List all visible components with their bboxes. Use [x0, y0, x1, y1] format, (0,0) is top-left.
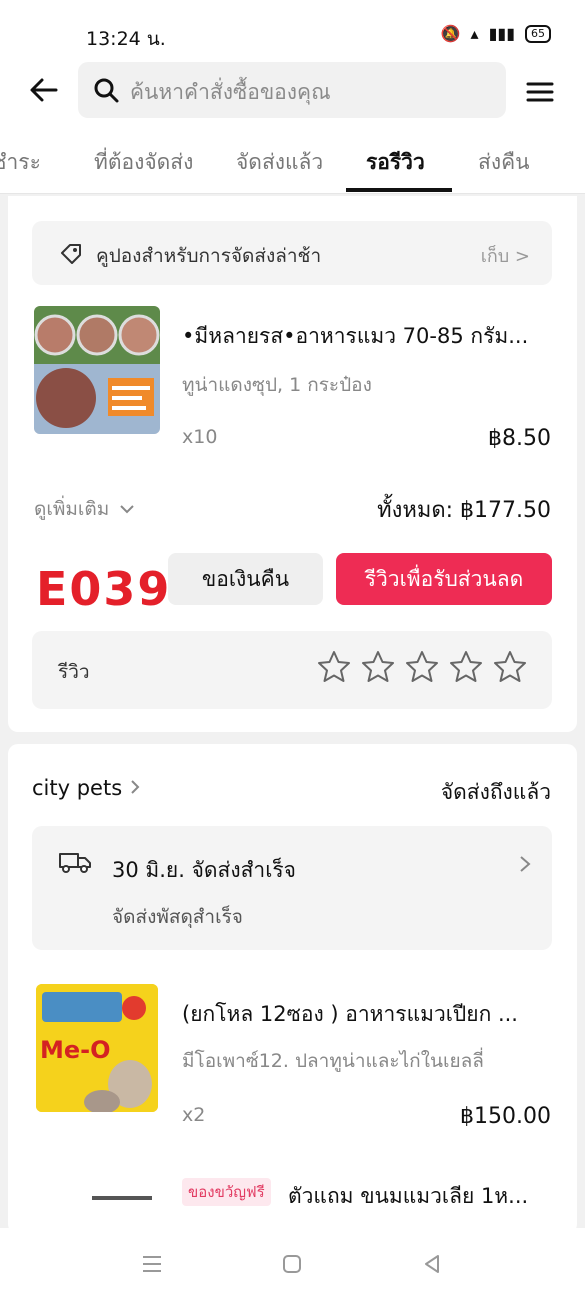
shop-name: city pets [32, 776, 123, 800]
order-tabs: งชำระ ที่ต้องจัดส่ง จัดส่งแล้ว รอรีวิว ส… [0, 122, 585, 194]
review-button[interactable]: รีวิวเพื่อรับส่วนลด [336, 553, 552, 605]
top-bar: ค้นหาคำสั่งซื้อของคุณ [0, 62, 585, 122]
watermark-label: E039 [36, 562, 172, 616]
star-icon[interactable] [448, 649, 484, 685]
coupon-banner[interactable]: คูปองสำหรับการจัดส่งล่าช้า เก็บ > [32, 221, 552, 285]
battery-icon: 65 [525, 24, 551, 43]
silent-icon: 🔕 [440, 24, 461, 43]
me-o-pouch-image: Me-O [36, 984, 158, 1112]
gift-image [92, 1196, 152, 1200]
product-variant: ทูน่าแดงซุป, 1 กระป๋อง [182, 374, 372, 396]
tab-to-review[interactable]: รอรีวิว [366, 146, 425, 179]
recent-apps-icon[interactable] [140, 1252, 164, 1276]
coupon-icon [61, 244, 81, 264]
chevron-down-icon [120, 505, 135, 514]
wifi-icon: ▴ [470, 24, 479, 43]
coupon-collect-link[interactable]: เก็บ > [481, 241, 530, 270]
tab-shipped[interactable]: จัดส่งแล้ว [236, 146, 323, 179]
order-status: จัดส่งถึงแล้ว [440, 780, 551, 804]
cat-food-cans-image [34, 306, 160, 434]
star-rating[interactable] [316, 649, 528, 685]
home-icon[interactable] [280, 1252, 304, 1276]
rating-row: รีวิว [32, 631, 552, 709]
star-icon[interactable] [404, 649, 440, 685]
active-tab-indicator [346, 188, 452, 192]
clock: 13:24 น. [86, 28, 166, 50]
coupon-label: คูปองสำหรับการจัดส่งล่าช้า [96, 245, 322, 267]
delivery-subtitle: จัดส่งพัสดุสำเร็จ [112, 906, 243, 928]
back-arrow-icon[interactable] [26, 72, 62, 108]
product-quantity: x10 [182, 426, 218, 448]
product-image[interactable] [34, 306, 160, 434]
gift-product-title[interactable]: ตัวแถม ขนมแมวเลีย 1ห... [288, 1180, 554, 1213]
delivery-status-box[interactable]: 30 มิ.ย. จัดส่งสำเร็จ จัดส่งพัสดุสำเร็จ [32, 826, 552, 950]
tab-to-ship[interactable]: ที่ต้องจัดส่ง [94, 146, 193, 179]
chevron-right-icon [131, 780, 140, 794]
product-variant: มีโอเพาซ์12. ปลาทูน่าและไก่ในเยลลี่ [182, 1050, 484, 1072]
svg-text:Me-O: Me-O [40, 1036, 111, 1064]
tab-to-pay[interactable]: งชำระ [0, 146, 41, 179]
back-icon[interactable] [420, 1252, 444, 1276]
see-more-label: ดูเพิ่มเติม [34, 498, 110, 520]
gift-badge: ของขวัญฟรี [182, 1178, 271, 1206]
shop-name-link[interactable]: city pets [32, 776, 141, 800]
product-price: ฿150.00 [460, 1104, 551, 1129]
search-input[interactable]: ค้นหาคำสั่งซื้อของคุณ [78, 62, 506, 118]
order-total: ทั้งหมด: ฿177.50 [377, 498, 551, 523]
rating-label: รีวิว [58, 661, 90, 683]
status-icons: 🔕 ▴ ▮▮▮ 65 [441, 24, 551, 43]
truck-icon [59, 853, 91, 873]
product-quantity: x2 [182, 1104, 206, 1126]
search-icon [94, 78, 119, 103]
product-title[interactable]: •มีหลายรส•อาหารแมว 70-85 กรัม... [182, 320, 554, 353]
chevron-right-icon [520, 856, 531, 872]
signal-icon: ▮▮▮ [488, 24, 515, 43]
delivery-title: 30 มิ.ย. จัดส่งสำเร็จ [112, 858, 296, 882]
tab-returns[interactable]: ส่งคืน [478, 146, 529, 179]
refund-button[interactable]: ขอเงินคืน [168, 553, 323, 605]
status-bar: 13:24 น. 🔕 ▴ ▮▮▮ 65 [0, 0, 585, 62]
system-nav-bar [0, 1228, 585, 1300]
product-price: ฿8.50 [488, 426, 551, 451]
gift-product-image[interactable] [36, 1176, 158, 1228]
product-image[interactable]: Me-O [36, 984, 158, 1112]
see-more-toggle[interactable]: ดูเพิ่มเติม [34, 494, 135, 524]
product-title[interactable]: (ยกโหล 12ซอง ) อาหารแมวเปียก ... [182, 998, 554, 1031]
search-placeholder: ค้นหาคำสั่งซื้อของคุณ [130, 80, 331, 104]
star-icon[interactable] [360, 649, 396, 685]
star-icon[interactable] [316, 649, 352, 685]
star-icon[interactable] [492, 649, 528, 685]
menu-icon[interactable] [524, 78, 556, 106]
